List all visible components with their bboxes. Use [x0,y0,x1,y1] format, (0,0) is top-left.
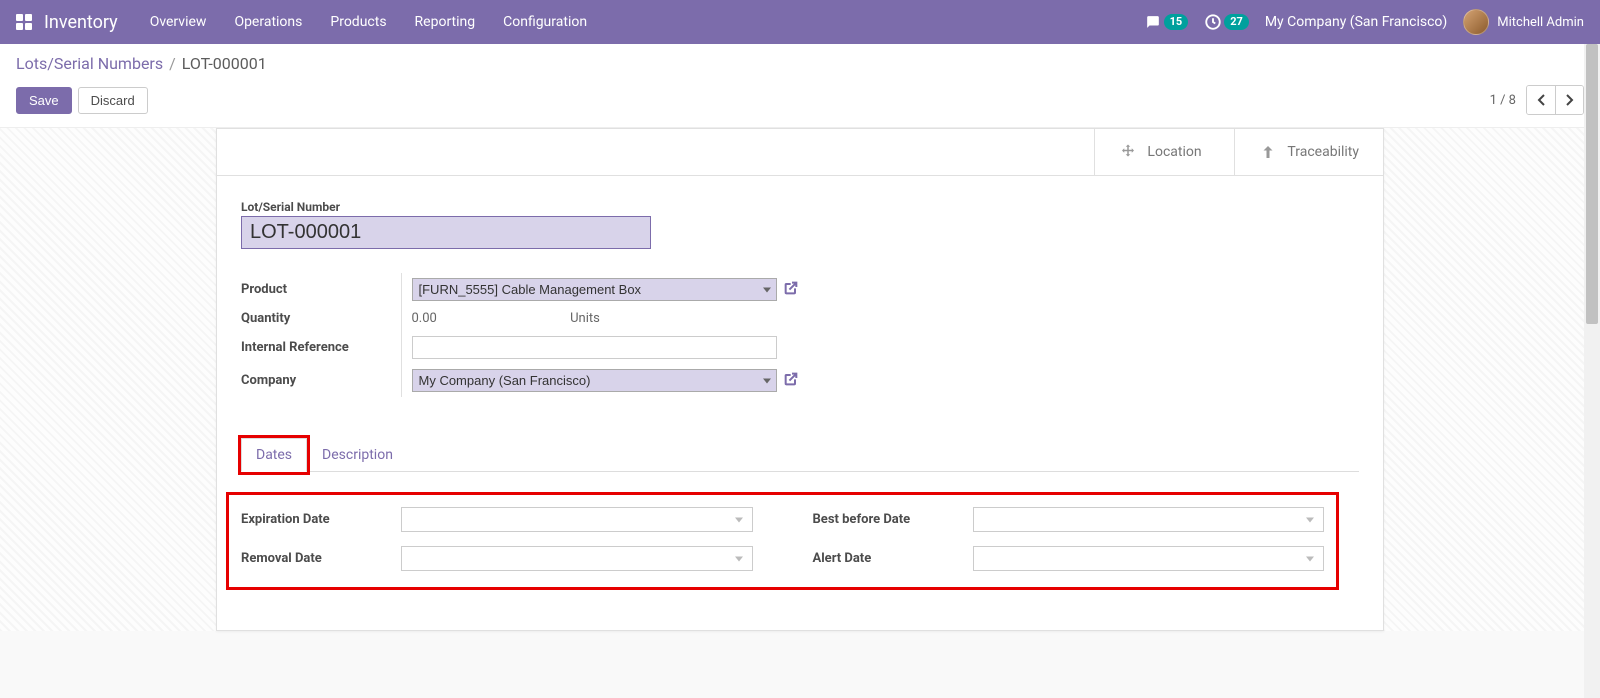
company-label: Company [241,364,401,397]
activity-button[interactable]: 27 [1204,13,1249,31]
tab-content-dates: Expiration Date Removal Date [241,472,1359,600]
tab-dates[interactable]: Dates [241,438,307,472]
dropdown-caret-icon [735,556,743,561]
best-before-date-label: Best before Date [813,512,973,527]
external-link-icon [783,280,799,296]
nav-configuration[interactable]: Configuration [503,14,587,30]
tab-description[interactable]: Description [307,438,408,472]
chat-icon [1144,15,1162,29]
apps-icon[interactable] [16,14,32,30]
product-external-link[interactable] [783,280,799,300]
top-navbar: Inventory Overview Operations Products R… [0,0,1600,44]
company-external-link[interactable] [783,371,799,391]
clock-icon [1204,13,1222,31]
external-link-icon [783,371,799,387]
scrollbar-thumb[interactable] [1586,44,1598,324]
user-menu[interactable]: Mitchell Admin [1463,9,1584,35]
removal-date-label: Removal Date [241,551,401,566]
expiration-date-input[interactable] [401,507,753,532]
quantity-value: 0.00 [412,311,437,326]
alert-date-input[interactable] [973,546,1325,571]
pager-prev[interactable] [1527,86,1555,114]
form-sheet: Location Traceability Lot/Serial Number … [216,128,1384,631]
company-switcher[interactable]: My Company (San Francisco) [1265,14,1447,30]
nav-products[interactable]: Products [330,14,386,30]
breadcrumb-parent[interactable]: Lots/Serial Numbers [16,54,163,73]
pager-next[interactable] [1555,86,1583,114]
location-stat-button[interactable]: Location [1094,129,1234,175]
dropdown-caret-icon [763,378,771,383]
location-label: Location [1147,144,1201,160]
scrollbar[interactable] [1584,44,1600,698]
quantity-label: Quantity [241,306,401,331]
breadcrumb-separator: / [169,54,176,73]
product-label: Product [241,273,401,306]
best-before-date-input[interactable] [973,507,1325,532]
removal-date-input[interactable] [401,546,753,571]
save-button[interactable]: Save [16,87,72,114]
expiration-date-label: Expiration Date [241,512,401,527]
dropdown-caret-icon [1306,556,1314,561]
breadcrumb-current: LOT-000001 [182,54,267,73]
dropdown-caret-icon [1306,517,1314,522]
internal-reference-input[interactable] [412,336,777,359]
breadcrumb: Lots/Serial Numbers / LOT-000001 [16,54,1584,73]
traceability-label: Traceability [1287,144,1359,160]
nav-menu: Overview Operations Products Reporting C… [150,14,587,30]
messaging-button[interactable]: 15 [1144,14,1189,30]
quantity-unit: Units [570,311,600,326]
internal-reference-label: Internal Reference [241,331,401,364]
nav-operations[interactable]: Operations [234,14,302,30]
arrow-up-icon [1259,143,1277,161]
nav-reporting[interactable]: Reporting [415,14,476,30]
nav-overview[interactable]: Overview [150,14,207,30]
lot-number-input[interactable] [241,216,651,249]
chevron-right-icon [1566,94,1574,106]
lot-number-label: Lot/Serial Number [241,200,1359,214]
avatar [1463,9,1489,35]
activity-count: 27 [1224,14,1249,30]
alert-date-label: Alert Date [813,551,973,566]
pager: 1 / 8 [1490,85,1584,115]
move-icon [1119,143,1137,161]
product-input[interactable] [412,278,777,301]
company-input[interactable] [412,369,777,392]
app-title[interactable]: Inventory [44,12,118,33]
discard-button[interactable]: Discard [78,87,148,114]
pager-text[interactable]: 1 / 8 [1490,93,1516,108]
control-bar: Lots/Serial Numbers / LOT-000001 Save Di… [0,44,1600,128]
dropdown-caret-icon [735,517,743,522]
tab-bar: Dates Description [241,437,1359,472]
user-name: Mitchell Admin [1497,15,1584,30]
chevron-left-icon [1537,94,1545,106]
dropdown-caret-icon [763,287,771,292]
message-count: 15 [1164,14,1189,30]
traceability-stat-button[interactable]: Traceability [1234,129,1383,175]
